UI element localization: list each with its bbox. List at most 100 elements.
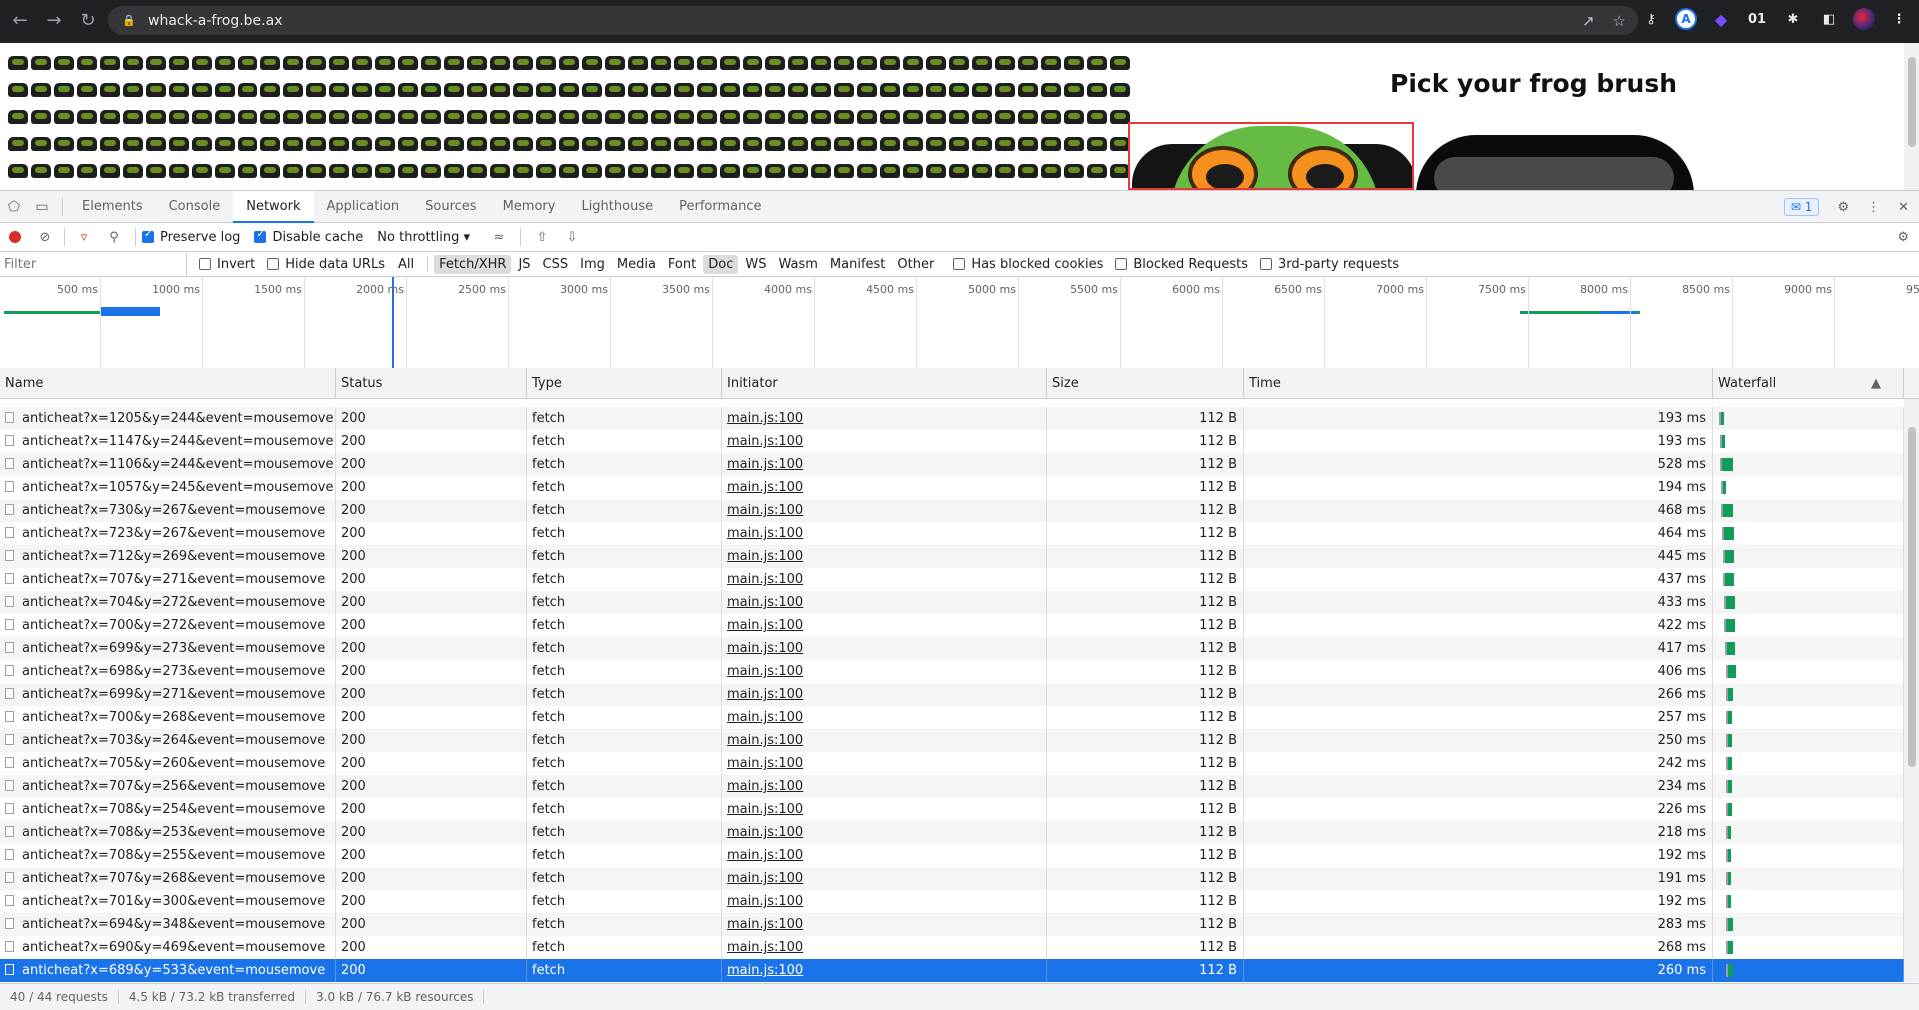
extension-a-icon[interactable]: A [1675,8,1697,30]
extension-diamond-icon[interactable]: ◆ [1709,7,1733,31]
table-row[interactable]: anticheat?x=712&y=269&event=mousemove 200… [0,545,1919,568]
hide-data-urls-checkbox[interactable] [267,258,280,270]
type-other[interactable]: Other [892,255,939,274]
request-name[interactable]: anticheat?x=701&y=300&event=mousemove [0,890,336,913]
tab-application[interactable]: Application [314,191,413,223]
type-manifest[interactable]: Manifest [825,255,890,274]
table-row[interactable]: anticheat?x=1106&y=244&event=mousemove 20… [0,453,1919,476]
extensions-puzzle-icon[interactable]: ✱ [1781,7,1805,31]
frog-brush-selected[interactable] [1128,122,1414,190]
request-name[interactable]: anticheat?x=707&y=271&event=mousemove [0,568,336,591]
side-panel-icon[interactable]: ◧ [1817,7,1841,31]
share-icon[interactable]: ↗ [1582,12,1595,30]
profile-avatar[interactable] [1853,8,1875,30]
table-row[interactable]: anticheat?x=707&y=256&event=mousemove 200… [0,775,1919,798]
initiator-link[interactable]: main.js:100 [727,457,803,472]
extension-key-icon[interactable]: ⚷ [1639,7,1663,31]
tab-memory[interactable]: Memory [490,191,569,223]
request-name[interactable]: anticheat?x=712&y=269&event=mousemove [0,545,336,568]
request-name[interactable]: anticheat?x=708&y=253&event=mousemove [0,821,336,844]
menu-kebab-icon[interactable]: ⋮ [1887,7,1911,31]
table-row[interactable]: anticheat?x=694&y=348&event=mousemove 200… [0,913,1919,936]
close-devtools-icon[interactable]: ✕ [1898,200,1909,215]
table-row[interactable]: anticheat?x=690&y=469&event=mousemove 200… [0,936,1919,959]
initiator-link[interactable]: main.js:100 [727,825,803,840]
tab-elements[interactable]: Elements [69,191,156,223]
request-name[interactable]: anticheat?x=703&y=264&event=mousemove [0,729,336,752]
disable-cache-checkbox[interactable] [254,229,267,243]
initiator-link[interactable]: main.js:100 [727,733,803,748]
table-row[interactable]: anticheat?x=723&y=267&event=mousemove 200… [0,522,1919,545]
type-wasm[interactable]: Wasm [773,255,822,274]
invert-checkbox[interactable] [199,258,211,270]
request-name[interactable]: anticheat?x=730&y=267&event=mousemove [0,499,336,522]
initiator-link[interactable]: main.js:100 [727,710,803,725]
initiator-link[interactable]: main.js:100 [727,503,803,518]
type-js[interactable]: JS [513,255,535,274]
request-name[interactable]: anticheat?x=1205&y=244&event=mousemove [0,407,336,430]
initiator-link[interactable]: main.js:100 [727,411,803,426]
request-name[interactable]: anticheat?x=707&y=256&event=mousemove [0,775,336,798]
type-media[interactable]: Media [612,255,661,274]
frog-canvas-grid[interactable] [8,52,1130,187]
blocked-cookies-checkbox[interactable] [953,258,966,270]
request-name[interactable]: anticheat?x=698&y=273&event=mousemove [0,660,336,683]
request-name[interactable]: anticheat?x=1147&y=244&event=mousemove [0,430,336,453]
inspect-element-icon[interactable]: ⬠ [0,191,28,223]
table-row[interactable]: anticheat?x=708&y=255&event=mousemove 200… [0,844,1919,867]
request-name[interactable]: anticheat?x=699&y=273&event=mousemove [0,637,336,660]
request-name[interactable]: anticheat?x=690&y=469&event=mousemove [0,936,336,959]
table-row[interactable]: anticheat?x=707&y=268&event=mousemove 200… [0,867,1919,890]
col-time[interactable]: Time [1244,368,1713,399]
initiator-link[interactable]: main.js:100 [727,434,803,449]
initiator-link[interactable]: main.js:100 [727,480,803,495]
record-button[interactable] [0,223,30,251]
filter-input[interactable] [4,252,187,276]
back-icon[interactable]: ← [6,6,34,34]
type-img[interactable]: Img [575,255,610,274]
request-name[interactable]: anticheat?x=723&y=267&event=mousemove [0,522,336,545]
initiator-link[interactable]: main.js:100 [727,664,803,679]
initiator-link[interactable]: main.js:100 [727,618,803,633]
request-name[interactable]: anticheat?x=708&y=254&event=mousemove [0,798,336,821]
reload-icon[interactable]: ↻ [74,6,102,34]
type-font[interactable]: Font [663,255,701,274]
col-waterfall[interactable]: Waterfall ▲ [1713,368,1904,399]
request-name[interactable]: anticheat?x=1057&y=245&event=mousemove [0,476,336,499]
devtools-menu-icon[interactable]: ⋮ [1867,200,1880,215]
initiator-link[interactable]: main.js:100 [727,549,803,564]
initiator-link[interactable]: main.js:100 [727,595,803,610]
type-doc[interactable]: Doc [703,254,739,274]
col-name[interactable]: Name [0,368,336,399]
tab-sources[interactable]: Sources [412,191,489,223]
table-row[interactable]: anticheat?x=699&y=271&event=mousemove 200… [0,683,1919,706]
search-button[interactable]: ⚲ [99,223,129,251]
third-party-checkbox[interactable] [1260,258,1273,270]
table-row[interactable]: anticheat?x=700&y=268&event=mousemove 200… [0,706,1919,729]
initiator-link[interactable]: main.js:100 [727,756,803,771]
type-ws[interactable]: WS [740,255,771,274]
table-row[interactable]: anticheat?x=705&y=260&event=mousemove 200… [0,752,1919,775]
col-type[interactable]: Type [527,368,722,399]
type-fetch-xhr[interactable]: Fetch/XHR [434,254,512,274]
table-row[interactable]: anticheat?x=708&y=254&event=mousemove 200… [0,798,1919,821]
address-bar[interactable]: 🔒 whack-a-frog.be.ax ↗ ☆ [108,6,1638,35]
table-row[interactable]: anticheat?x=700&y=272&event=mousemove 200… [0,614,1919,637]
initiator-link[interactable]: main.js:100 [727,963,803,978]
table-row[interactable]: anticheat?x=1057&y=245&event=mousemove 20… [0,476,1919,499]
throttling-select[interactable]: No throttling ▾ [377,230,470,245]
table-row[interactable]: anticheat?x=708&y=253&event=mousemove 200… [0,821,1919,844]
table-row[interactable]: anticheat?x=730&y=267&event=mousemove 200… [0,499,1919,522]
col-size[interactable]: Size [1047,368,1244,399]
request-name[interactable]: anticheat?x=704&y=272&event=mousemove [0,591,336,614]
initiator-link[interactable]: main.js:100 [727,641,803,656]
table-row[interactable]: anticheat?x=698&y=273&event=mousemove 200… [0,660,1919,683]
request-name[interactable]: anticheat?x=705&y=260&event=mousemove [0,752,336,775]
type-all[interactable]: All [393,255,419,274]
request-name[interactable]: anticheat?x=708&y=255&event=mousemove [0,844,336,867]
initiator-link[interactable]: main.js:100 [727,802,803,817]
table-scrollbar[interactable] [1904,399,1919,983]
request-name[interactable]: anticheat?x=707&y=268&event=mousemove [0,867,336,890]
initiator-link[interactable]: main.js:100 [727,894,803,909]
hole-brush[interactable] [1416,135,1694,190]
